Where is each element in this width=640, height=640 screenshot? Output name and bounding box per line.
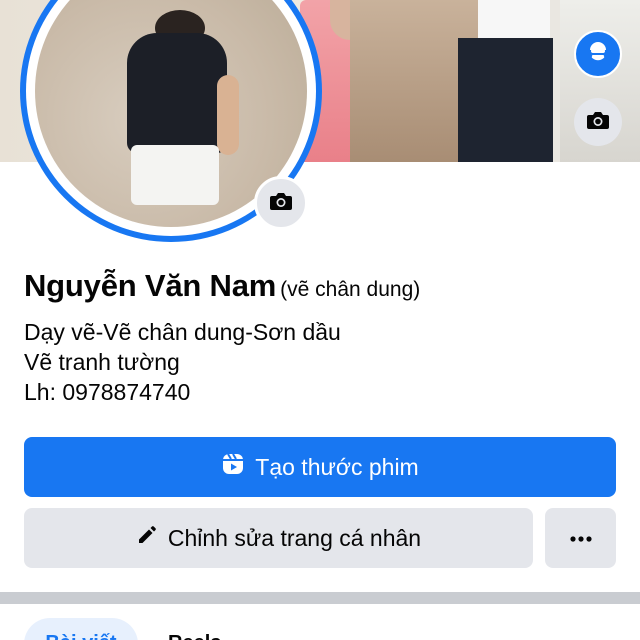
tab-posts[interactable]: Bài viết — [24, 618, 138, 640]
edit-avatar-button[interactable] — [254, 176, 308, 230]
edit-cover-photo-button[interactable] — [574, 98, 622, 146]
more-options-button[interactable] — [545, 508, 616, 568]
tab-reels-label: Reels — [168, 632, 221, 640]
profile-name: Nguyễn Văn Nam — [24, 268, 277, 303]
avatar-person-shorts — [131, 145, 219, 205]
profile-nickname: (vẽ chân dung) — [280, 278, 421, 301]
camera-icon — [586, 110, 610, 135]
create-reel-label: Tạo thước phim — [255, 453, 419, 480]
avatar-person-shirt — [127, 33, 227, 153]
bio-line: Vẽ tranh tường — [24, 349, 180, 375]
tab-posts-label: Bài viết — [45, 632, 116, 640]
cover-person-shirt — [478, 0, 550, 40]
profile-name-line: Nguyễn Văn Nam (vẽ chân dung) — [24, 268, 420, 304]
avatar-badge-button[interactable] — [574, 30, 622, 78]
reel-icon — [221, 452, 245, 482]
tab-reels[interactable]: Reels — [168, 632, 221, 640]
create-reel-button[interactable]: Tạo thước phim — [24, 437, 616, 497]
bio-line: Dạy vẽ-Vẽ chân dung-Sơn dầu — [24, 319, 341, 345]
cover-person-pants — [458, 38, 553, 162]
section-divider — [0, 592, 640, 604]
profile-bio: Dạy vẽ-Vẽ chân dung-Sơn dầu Vẽ tranh tườ… — [24, 317, 341, 407]
more-dots-icon — [569, 529, 592, 547]
edit-profile-button[interactable]: Chỉnh sửa trang cá nhân — [24, 508, 533, 568]
avatar-person-arm — [217, 75, 239, 155]
camera-icon — [269, 191, 293, 216]
pencil-icon — [136, 524, 158, 552]
profile-tabs: Bài viết Reels — [0, 604, 640, 640]
edit-profile-label: Chỉnh sửa trang cá nhân — [167, 524, 422, 551]
bio-line: Lh: 0978874740 — [24, 379, 191, 405]
avatar-icon — [585, 39, 611, 70]
